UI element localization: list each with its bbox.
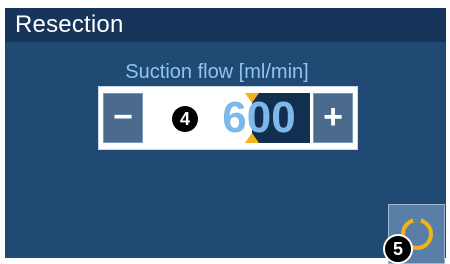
callout-badge-5: 5 <box>383 234 413 264</box>
panel-title: Resection <box>15 11 124 38</box>
panel-header: Resection <box>5 8 446 42</box>
suction-flow-value[interactable]: 600 <box>209 91 309 145</box>
callout-badge-4: 4 <box>172 106 198 132</box>
decrement-button[interactable]: − <box>103 93 143 143</box>
suction-flow-label: Suction flow [ml/min] <box>125 61 309 83</box>
suction-flow-control: − + 600 4 <box>98 86 358 150</box>
increment-button[interactable]: + <box>313 93 353 143</box>
resection-panel: Resection Suction flow [ml/min] − + 600 … <box>5 8 446 264</box>
